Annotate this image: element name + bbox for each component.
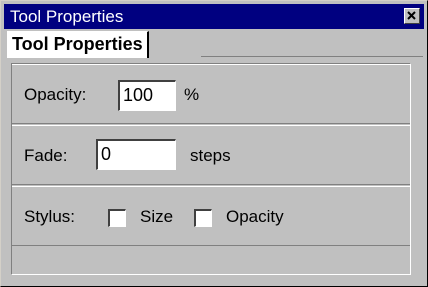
- opacity-unit: %: [184, 85, 200, 104]
- size-checkbox[interactable]: [108, 209, 126, 227]
- opacity-row: Opacity: 100 %: [12, 64, 410, 124]
- close-icon: [407, 11, 416, 20]
- tab-strip: Tool Properties: [4, 29, 424, 58]
- fade-unit: steps: [190, 146, 231, 165]
- fade-input[interactable]: 0: [96, 139, 176, 170]
- stylus-row: Stylus: Size Opacity: [12, 186, 410, 246]
- window-title: Tool Properties: [10, 7, 124, 26]
- opacity-checkbox[interactable]: [194, 209, 212, 227]
- tab-tool-properties[interactable]: Tool Properties: [7, 31, 149, 58]
- opacity-label: Opacity:: [24, 85, 87, 104]
- properties-panel: Opacity: 100 % Fade: 0 steps Stylus: Siz…: [11, 63, 411, 275]
- fade-label: Fade:: [24, 146, 68, 165]
- stylus-label: Stylus:: [24, 207, 76, 226]
- opacity-input[interactable]: 100: [118, 80, 176, 111]
- opacity-checkbox-label[interactable]: Opacity: [226, 207, 284, 227]
- close-button[interactable]: [404, 8, 420, 24]
- size-checkbox-label[interactable]: Size: [140, 207, 173, 227]
- tool-properties-window: Tool Properties Tool Properties Opacity:…: [0, 0, 428, 287]
- fade-row: Fade: 0 steps: [12, 125, 410, 185]
- title-bar[interactable]: Tool Properties: [4, 4, 424, 29]
- tab-underline: [201, 56, 423, 57]
